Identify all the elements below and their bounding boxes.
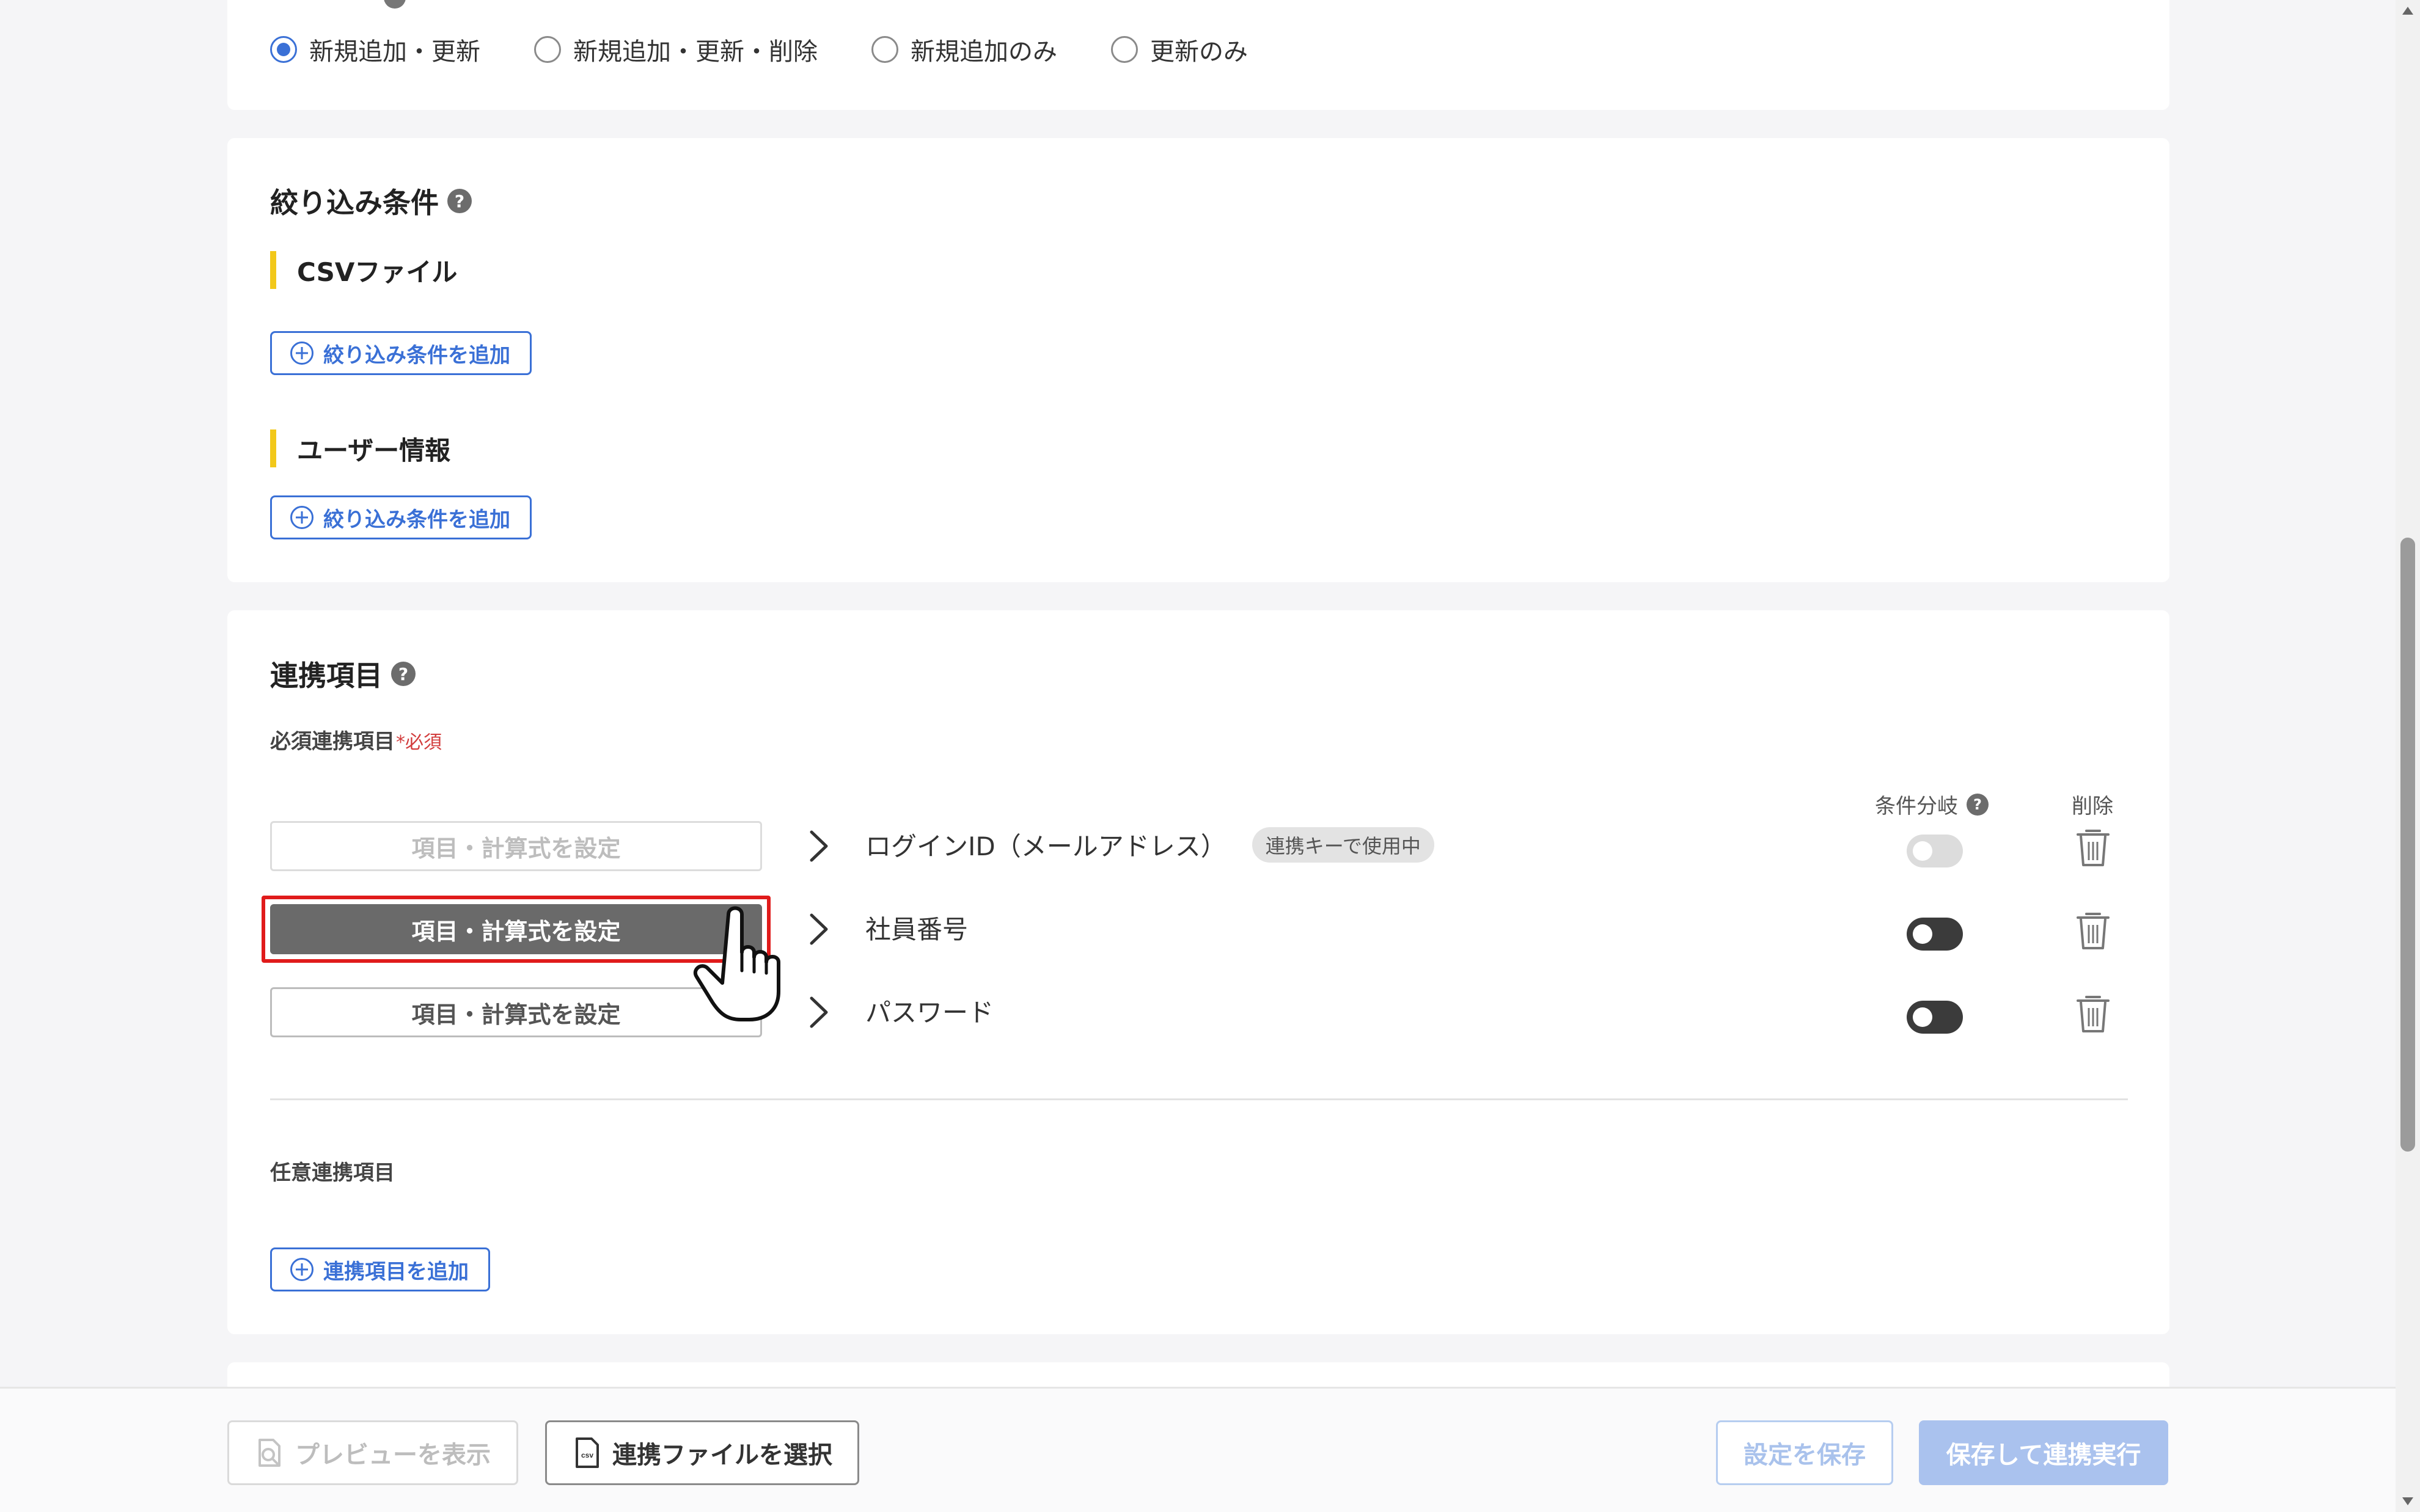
help-icon[interactable]: ? bbox=[447, 189, 472, 213]
radio-add-update-delete[interactable]: 新規追加・更新・削除 bbox=[534, 32, 818, 67]
set-formula-button[interactable]: 項目・計算式を設定 bbox=[270, 904, 762, 954]
radio-add-only[interactable]: 新規追加のみ bbox=[871, 32, 1057, 67]
mapping-card bbox=[227, 610, 2169, 1334]
chevron-right-icon bbox=[810, 830, 828, 862]
target-field-text: 社員番号 bbox=[865, 915, 969, 944]
plus-circle-icon bbox=[290, 341, 314, 365]
add-filter-label: 絞り込み条件を追加 bbox=[323, 343, 510, 368]
preview-button-label: プレビューを表示 bbox=[295, 1441, 491, 1469]
save-settings-button[interactable]: 設定を保存 bbox=[1716, 1420, 1893, 1485]
set-formula-button[interactable]: 項目・計算式を設定 bbox=[270, 821, 762, 871]
page: 新規追加・更新 新規追加・更新・削除 新規追加のみ 更新のみ 絞り込み条件 ? … bbox=[0, 0, 2420, 1512]
add-filter-label: 絞り込み条件を追加 bbox=[323, 507, 510, 532]
target-field-label: ログインID（メールアドレス） 連携キーで使用中 bbox=[865, 826, 1434, 863]
scrollbar-thumb[interactable] bbox=[2400, 538, 2415, 1152]
radio-unchecked-icon[interactable] bbox=[534, 36, 561, 63]
radio-label: 更新のみ bbox=[1150, 38, 1248, 66]
condition-branch-toggle[interactable] bbox=[1907, 1001, 1963, 1034]
radio-unchecked-icon[interactable] bbox=[1111, 36, 1138, 63]
required-mapping-text: 必須連携項目 bbox=[270, 729, 395, 754]
condition-branch-toggle[interactable] bbox=[1907, 918, 1963, 951]
required-mark: *必須 bbox=[396, 732, 442, 753]
filter-section-title: 絞り込み条件 ? bbox=[270, 181, 472, 221]
trash-icon[interactable] bbox=[2074, 992, 2112, 1034]
plus-circle-icon bbox=[290, 1258, 314, 1281]
mapping-row-login-id: 項目・計算式を設定 ログインID（メールアドレス） 連携キーで使用中 bbox=[270, 821, 2128, 871]
add-mapping-text: 連携項目を追加 bbox=[323, 1259, 469, 1284]
mapping-row-password: 項目・計算式を設定 パスワード bbox=[270, 987, 2128, 1037]
trash-icon[interactable] bbox=[2074, 826, 2112, 867]
mapping-title-text: 連携項目 bbox=[270, 659, 383, 692]
condition-branch-toggle bbox=[1907, 835, 1963, 867]
mapping-section-title: 連携項目 ? bbox=[270, 654, 416, 694]
required-mapping-label: 必須連携項目*必須 bbox=[270, 725, 442, 754]
csv-file-heading: CSVファイル bbox=[270, 251, 457, 289]
radio-label: 新規追加のみ bbox=[911, 38, 1057, 66]
radio-unchecked-icon[interactable] bbox=[871, 36, 898, 63]
vertical-scrollbar[interactable] bbox=[2396, 0, 2420, 1512]
radio-update-only[interactable]: 更新のみ bbox=[1111, 32, 1248, 67]
scroll-up-icon[interactable] bbox=[2400, 4, 2415, 18]
filter-title-text: 絞り込み条件 bbox=[270, 186, 439, 219]
set-formula-button[interactable]: 項目・計算式を設定 bbox=[270, 987, 762, 1037]
radio-add-update[interactable]: 新規追加・更新 bbox=[270, 32, 480, 67]
target-field-text: パスワード bbox=[865, 998, 994, 1028]
target-field-label: パスワード bbox=[865, 992, 994, 1029]
csv-file-icon: csv bbox=[576, 1437, 599, 1468]
search-document-icon bbox=[258, 1439, 280, 1467]
sync-mode-radio-group: 新規追加・更新 新規追加・更新・削除 新規追加のみ 更新のみ bbox=[270, 32, 1302, 67]
add-user-filter-button[interactable]: 絞り込み条件を追加 bbox=[270, 495, 532, 539]
user-info-heading: ユーザー情報 bbox=[270, 429, 450, 467]
help-icon[interactable]: ? bbox=[391, 662, 416, 686]
add-csv-filter-button[interactable]: 絞り込み条件を追加 bbox=[270, 331, 532, 375]
optional-mapping-label: 任意連携項目 bbox=[270, 1161, 395, 1185]
divider bbox=[270, 1098, 2128, 1100]
scroll-down-icon[interactable] bbox=[2400, 1494, 2415, 1508]
trash-icon[interactable] bbox=[2074, 909, 2112, 951]
chevron-right-icon bbox=[810, 996, 828, 1028]
sync-key-badge: 連携キーで使用中 bbox=[1252, 827, 1434, 863]
target-field-text: ログインID（メールアドレス） bbox=[865, 831, 1226, 861]
mapping-row-employee-number: 項目・計算式を設定 社員番号 bbox=[262, 896, 2128, 963]
select-sync-file-button[interactable]: csv 連携ファイルを選択 bbox=[545, 1420, 859, 1485]
svg-text:csv: csv bbox=[581, 1451, 593, 1459]
chevron-right-icon bbox=[810, 913, 828, 945]
condition-branch-text: 条件分岐 bbox=[1875, 794, 1958, 819]
target-field-label: 社員番号 bbox=[865, 909, 968, 946]
preview-button[interactable]: プレビューを表示 bbox=[227, 1420, 518, 1485]
delete-header: 削除 bbox=[2072, 794, 2113, 819]
save-and-run-button[interactable]: 保存して連携実行 bbox=[1919, 1420, 2168, 1485]
select-file-label: 連携ファイルを選択 bbox=[612, 1441, 832, 1469]
add-mapping-button[interactable]: 連携項目を追加 bbox=[270, 1247, 490, 1291]
footer-bar: プレビューを表示 csv 連携ファイルを選択 設定を保存 保存して連携実行 bbox=[0, 1387, 2396, 1512]
plus-circle-icon bbox=[290, 506, 314, 529]
help-icon[interactable]: ? bbox=[1967, 793, 1989, 816]
condition-branch-header: 条件分岐 ? bbox=[1875, 789, 1989, 819]
radio-label: 新規追加・更新 bbox=[309, 38, 480, 66]
radio-checked-icon[interactable] bbox=[270, 36, 297, 63]
radio-label: 新規追加・更新・削除 bbox=[573, 38, 818, 66]
